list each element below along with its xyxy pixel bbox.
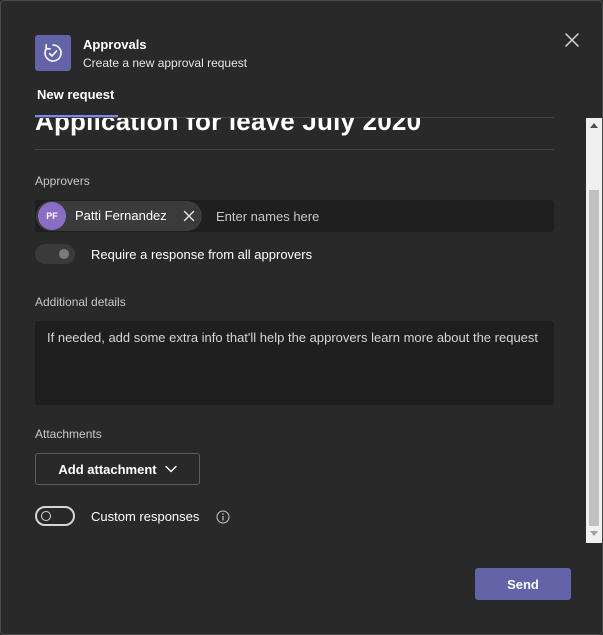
close-button[interactable] [561, 29, 583, 51]
send-button[interactable]: Send [475, 568, 571, 600]
title-underline [35, 149, 554, 150]
vertical-scrollbar[interactable] [586, 118, 602, 543]
tab-new-request[interactable]: New request [37, 87, 114, 108]
close-icon [183, 210, 195, 222]
avatar: PF [38, 202, 66, 230]
app-title: Approvals [83, 37, 147, 52]
app-subtitle: Create a new approval request [83, 56, 248, 70]
custom-responses-toggle[interactable] [35, 506, 75, 526]
scroll-up-icon[interactable] [590, 122, 598, 128]
custom-responses-label: Custom responses [91, 509, 200, 524]
chevron-down-icon [164, 465, 177, 473]
require-all-label: Require a response from all approvers [91, 247, 313, 262]
approver-chip[interactable]: PF Patti Fernandez [36, 201, 202, 231]
scroll-down-icon[interactable] [590, 531, 598, 537]
remove-approver-button[interactable] [181, 208, 197, 224]
info-icon[interactable] [216, 510, 230, 524]
toggle-knob [41, 511, 51, 521]
approvals-icon [35, 35, 71, 71]
require-all-toggle[interactable] [35, 244, 75, 264]
additional-details-placeholder: If needed, add some extra info that'll h… [47, 330, 539, 345]
approval-dialog: Approvals Create a new approval request … [0, 0, 603, 635]
attachments-label: Attachments [35, 427, 102, 441]
toggle-knob [59, 249, 69, 259]
form-scroll-area: Application for leave July 2020 Approver… [31, 118, 586, 543]
approvers-field[interactable]: PF Patti Fernandez [35, 200, 554, 232]
add-attachment-button[interactable]: Add attachment [35, 453, 200, 485]
approver-name: Patti Fernandez [75, 208, 167, 223]
approver-search-input[interactable] [213, 201, 549, 231]
scrollbar-thumb[interactable] [589, 190, 599, 526]
additional-details-input[interactable]: If needed, add some extra info that'll h… [35, 321, 554, 405]
request-title-input[interactable]: Application for leave July 2020 [35, 118, 421, 137]
close-icon [565, 33, 579, 47]
approvers-label: Approvers [35, 174, 90, 188]
additional-details-label: Additional details [35, 295, 126, 309]
add-attachment-label: Add attachment [58, 461, 157, 477]
